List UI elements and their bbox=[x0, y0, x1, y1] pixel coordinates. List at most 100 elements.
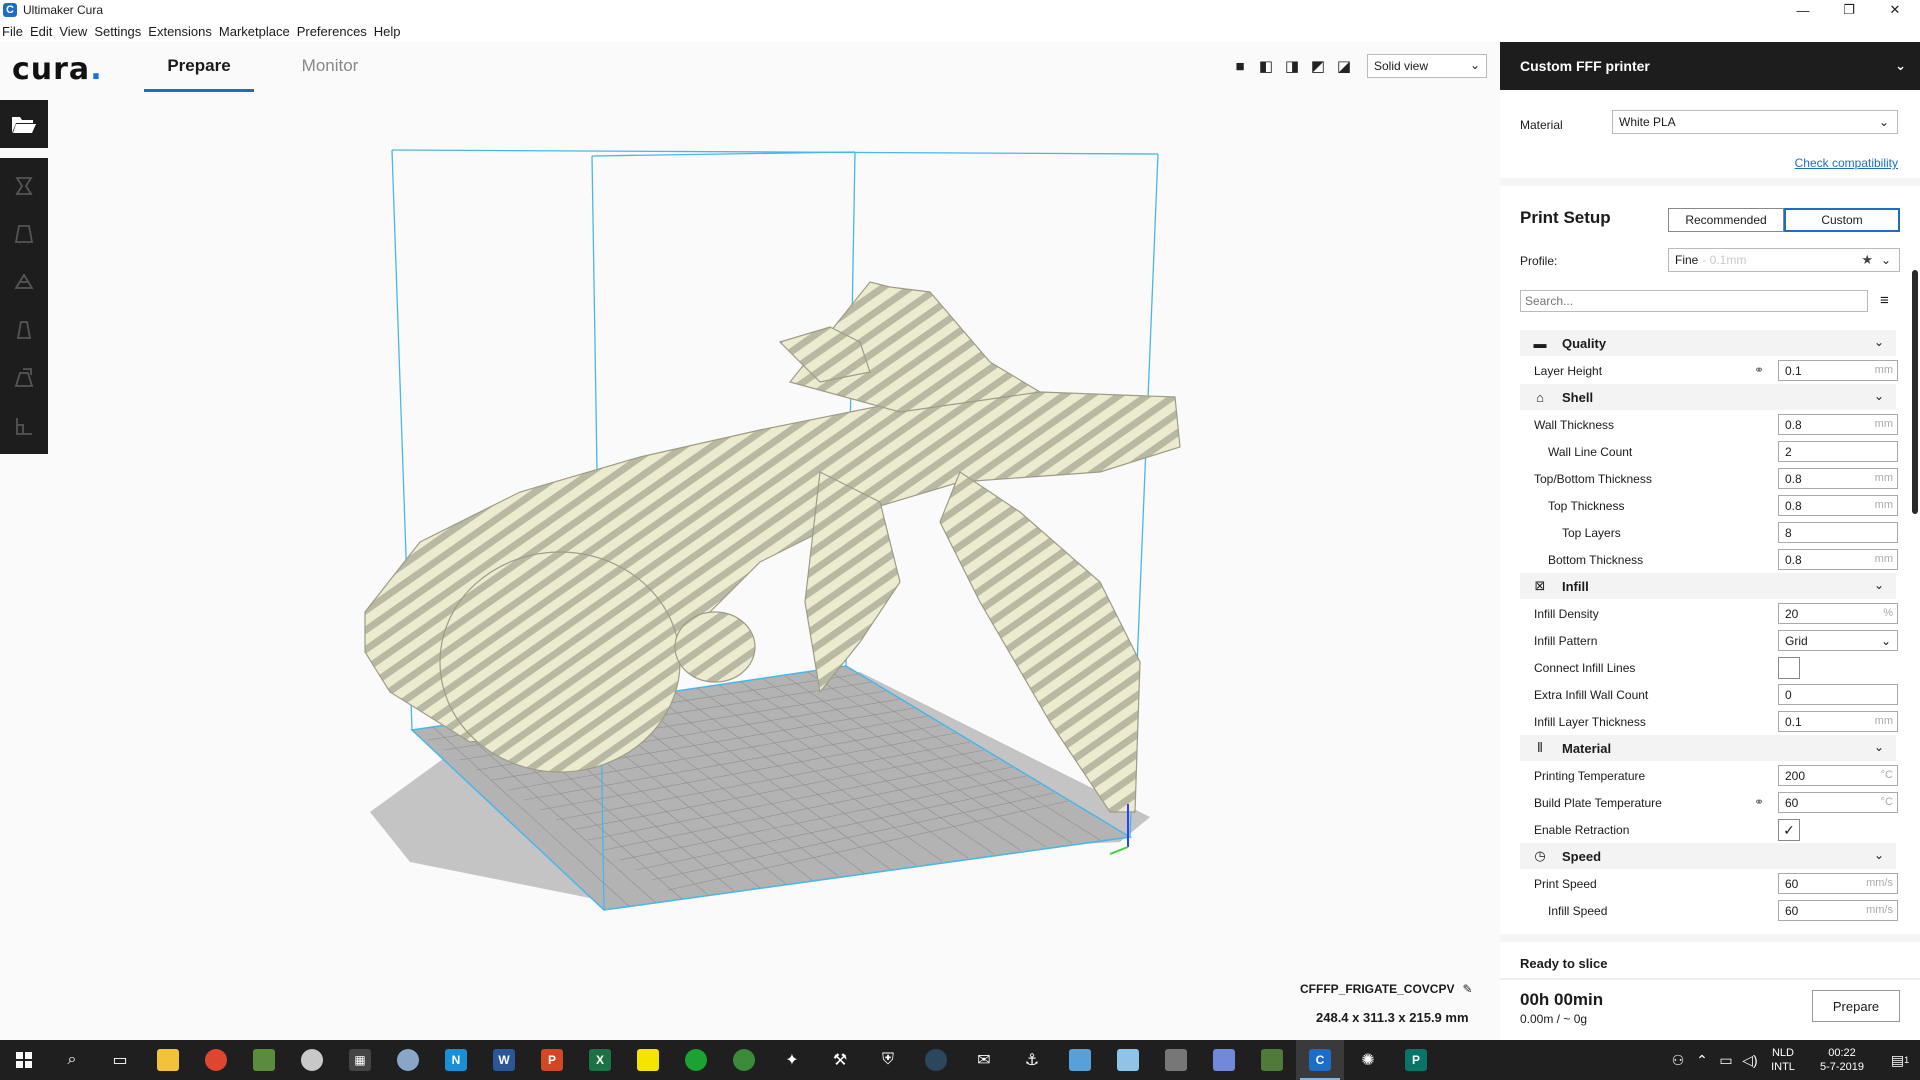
app-icon-bird[interactable] bbox=[384, 1040, 432, 1080]
link-icon[interactable]: ⚭ bbox=[1754, 363, 1764, 377]
chevron-up-icon[interactable]: ⌃ bbox=[1690, 1052, 1714, 1069]
mirror-tool-button[interactable] bbox=[0, 306, 48, 354]
top-layers-input[interactable]: 8 bbox=[1778, 522, 1898, 543]
volume-icon[interactable]: ◁) bbox=[1738, 1052, 1762, 1069]
infill-layer-thickness-input[interactable]: 0.1 mm bbox=[1778, 711, 1898, 732]
enable-retraction-checkbox[interactable]: ✓ bbox=[1778, 819, 1800, 841]
pencil-icon[interactable]: ✎ bbox=[1462, 982, 1472, 996]
material-dropdown[interactable]: White PLA ⌄ bbox=[1612, 110, 1898, 134]
view-mode-dropdown[interactable]: Solid view ⌄ bbox=[1367, 54, 1487, 78]
app-icon-photo[interactable] bbox=[1152, 1040, 1200, 1080]
minecraft-icon[interactable] bbox=[240, 1040, 288, 1080]
restore-button[interactable]: ❐ bbox=[1826, 0, 1872, 20]
top-view-icon[interactable]: ◨ bbox=[1282, 56, 1302, 76]
search-icon[interactable]: ⌕ bbox=[48, 1040, 96, 1080]
category-material[interactable]: ⦀ Material ⌄ bbox=[1520, 735, 1896, 761]
discord-icon[interactable] bbox=[1200, 1040, 1248, 1080]
powerpoint-icon[interactable]: P bbox=[528, 1040, 576, 1080]
3d-view-icon[interactable]: ■ bbox=[1230, 56, 1250, 76]
file-explorer-icon[interactable] bbox=[144, 1040, 192, 1080]
excel-icon[interactable]: X bbox=[576, 1040, 624, 1080]
minimize-button[interactable]: — bbox=[1780, 0, 1826, 20]
rotate-tool-button[interactable] bbox=[0, 258, 48, 306]
menu-file[interactable]: File bbox=[2, 24, 23, 39]
support-blocker-button[interactable] bbox=[0, 402, 48, 450]
top-thickness-input[interactable]: 0.8 mm bbox=[1778, 495, 1898, 516]
tab-monitor[interactable]: Monitor bbox=[280, 56, 380, 92]
tab-prepare[interactable]: Prepare bbox=[144, 56, 254, 92]
left-view-icon[interactable]: ◩ bbox=[1308, 56, 1328, 76]
printer-selector[interactable]: Custom FFF printer ⌄ bbox=[1500, 42, 1920, 90]
app-icon-cloud[interactable] bbox=[288, 1040, 336, 1080]
menu-edit[interactable]: Edit bbox=[30, 24, 52, 39]
app-icon-star[interactable]: ✦ bbox=[768, 1040, 816, 1080]
settings-search-input[interactable] bbox=[1520, 290, 1868, 312]
tab-recommended[interactable]: Recommended bbox=[1668, 208, 1784, 232]
action-center-icon[interactable]: ▤ 1 bbox=[1880, 1052, 1920, 1069]
tab-custom[interactable]: Custom bbox=[1784, 208, 1900, 232]
connect-infill-lines-checkbox[interactable] bbox=[1778, 657, 1800, 679]
app-icon-slate[interactable] bbox=[1104, 1040, 1152, 1080]
publisher-icon[interactable]: P bbox=[1392, 1040, 1440, 1080]
infill-speed-input[interactable]: 60 mm/s bbox=[1778, 900, 1898, 921]
menu-preferences[interactable]: Preferences bbox=[297, 24, 367, 39]
settings-visibility-menu-icon[interactable]: ≡ bbox=[1880, 292, 1889, 309]
scene-canvas[interactable] bbox=[0, 42, 1500, 1040]
app-icon-shield[interactable]: ⛨ bbox=[864, 1040, 912, 1080]
category-quality[interactable]: ▬ Quality ⌄ bbox=[1520, 330, 1896, 356]
sticky-notes-icon[interactable] bbox=[624, 1040, 672, 1080]
star-icon[interactable]: ★ bbox=[1861, 252, 1873, 268]
app-icon-ship[interactable]: ⚓ bbox=[1008, 1040, 1056, 1080]
prepare-slice-button[interactable]: Prepare bbox=[1812, 990, 1900, 1022]
close-button[interactable]: ✕ bbox=[1872, 0, 1918, 20]
category-infill[interactable]: ⊠ Infill ⌄ bbox=[1520, 573, 1896, 599]
link-icon[interactable]: ⚭ bbox=[1754, 795, 1764, 809]
right-view-icon[interactable]: ◪ bbox=[1334, 56, 1354, 76]
bottom-thickness-input[interactable]: 0.8 mm bbox=[1778, 549, 1898, 570]
app-icon-green-circle[interactable] bbox=[672, 1040, 720, 1080]
clock[interactable]: 00:22 5-7-2019 bbox=[1804, 1046, 1880, 1074]
category-shell[interactable]: ⌂ Shell ⌄ bbox=[1520, 384, 1896, 410]
app-icon-tool[interactable]: ⚒ bbox=[816, 1040, 864, 1080]
word-icon[interactable]: W bbox=[480, 1040, 528, 1080]
app-icon-n[interactable]: N bbox=[432, 1040, 480, 1080]
xbox-icon[interactable] bbox=[720, 1040, 768, 1080]
profile-dropdown[interactable]: Fine - 0.1mm ★ ⌄ bbox=[1668, 248, 1900, 272]
scale-tool-button[interactable] bbox=[0, 210, 48, 258]
mail-icon[interactable]: ✉ bbox=[960, 1040, 1008, 1080]
build-plate-temperature-input[interactable]: 60 °C bbox=[1778, 792, 1898, 813]
top-bottom-thickness-input[interactable]: 0.8 mm bbox=[1778, 468, 1898, 489]
menu-help[interactable]: Help bbox=[374, 24, 401, 39]
menu-settings[interactable]: Settings bbox=[94, 24, 141, 39]
extra-infill-wall-count-input[interactable]: 0 bbox=[1778, 684, 1898, 705]
input-language[interactable]: NLD INTL bbox=[1762, 1046, 1804, 1074]
wall-thickness-input[interactable]: 0.8 mm bbox=[1778, 414, 1898, 435]
task-view-icon[interactable]: ▭ bbox=[96, 1040, 144, 1080]
cura-taskbar-icon[interactable]: C bbox=[1296, 1040, 1344, 1080]
wall-line-count-input[interactable]: 2 bbox=[1778, 441, 1898, 462]
calculator-icon[interactable]: ▦ bbox=[336, 1040, 384, 1080]
print-speed-input[interactable]: 60 mm/s bbox=[1778, 873, 1898, 894]
infill-density-input[interactable]: 20% bbox=[1778, 603, 1898, 624]
infill-pattern-dropdown[interactable]: Grid ⌄ bbox=[1778, 630, 1898, 651]
settings-scrollbar[interactable] bbox=[1912, 270, 1918, 514]
steam-icon[interactable] bbox=[912, 1040, 960, 1080]
menu-extensions[interactable]: Extensions bbox=[148, 24, 212, 39]
layer-height-input[interactable]: 0.1 mm bbox=[1778, 360, 1898, 381]
category-speed[interactable]: ◷ Speed ⌄ bbox=[1520, 843, 1896, 869]
people-icon[interactable]: ⚇ bbox=[1666, 1052, 1690, 1069]
open-file-button[interactable] bbox=[0, 100, 48, 148]
start-button[interactable] bbox=[0, 1040, 48, 1080]
network-icon[interactable]: ▭ bbox=[1714, 1052, 1738, 1069]
3d-viewport[interactable]: cura. Prepare Monitor ■ ◧ ◨ ◩ ◪ Solid vi… bbox=[0, 42, 1500, 1040]
move-tool-button[interactable] bbox=[0, 162, 48, 210]
menu-marketplace[interactable]: Marketplace bbox=[219, 24, 290, 39]
menu-view[interactable]: View bbox=[59, 24, 87, 39]
app-icon-tree[interactable] bbox=[1248, 1040, 1296, 1080]
check-compatibility-link[interactable]: Check compatibility bbox=[1795, 156, 1898, 170]
per-model-settings-button[interactable] bbox=[0, 354, 48, 402]
printing-temperature-input[interactable]: 200 °C bbox=[1778, 765, 1898, 786]
app-icon-monitor[interactable] bbox=[1056, 1040, 1104, 1080]
chrome-icon[interactable] bbox=[192, 1040, 240, 1080]
app-icon-spark[interactable]: ✺ bbox=[1344, 1040, 1392, 1080]
